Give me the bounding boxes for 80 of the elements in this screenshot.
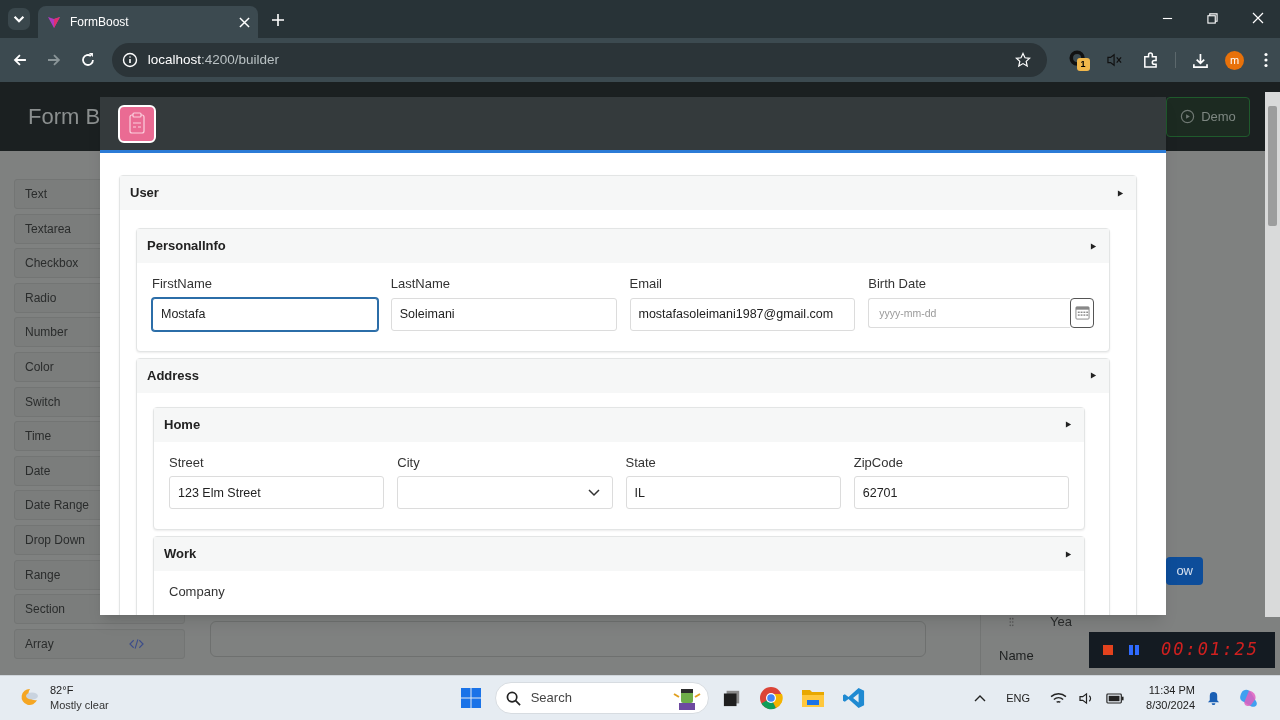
chevron-right-icon xyxy=(1065,550,1072,558)
section-header[interactable]: PersonalInfo xyxy=(137,229,1109,263)
forward-icon[interactable] xyxy=(45,52,62,68)
chevron-up-icon[interactable] xyxy=(974,694,987,702)
demo-button[interactable]: Demo xyxy=(1166,96,1250,137)
input-field[interactable]: Mostafa xyxy=(152,297,378,331)
input-field[interactable]: 123 Elm Street xyxy=(169,476,385,509)
field-label: Email xyxy=(629,275,663,293)
field-label: ZipCode xyxy=(853,453,904,472)
info-icon[interactable] xyxy=(121,52,138,68)
browser-tab[interactable]: FormBoost xyxy=(38,6,258,38)
field-label: Birth Date xyxy=(868,275,928,293)
notification-bell-icon[interactable] xyxy=(1207,690,1220,706)
page-scrollbar[interactable] xyxy=(1265,92,1280,617)
taskbar-search[interactable]: Search xyxy=(494,682,709,714)
section-header[interactable]: Address xyxy=(137,358,1109,393)
language-indicator[interactable]: ENG xyxy=(1006,689,1031,707)
new-tab-icon[interactable] xyxy=(272,14,284,26)
close-icon[interactable] xyxy=(239,16,250,28)
extension-icon[interactable] xyxy=(1068,50,1087,68)
preview-button[interactable]: ow xyxy=(1166,557,1203,585)
field-label: LastName xyxy=(390,275,451,293)
menu-icon[interactable] xyxy=(1264,52,1268,68)
search-icon xyxy=(505,690,521,706)
clock-date[interactable]: 8/30/2024 xyxy=(1146,698,1195,713)
app-title: Form B xyxy=(28,103,101,131)
palette-item[interactable]: Array xyxy=(14,628,185,659)
date-input-field[interactable]: yyyy-mm-dd xyxy=(868,297,1070,328)
chevron-right-icon xyxy=(1090,242,1097,250)
input-field[interactable]: mostafasoleimani1987@gmail.com xyxy=(629,297,856,331)
search-highlight-icon xyxy=(671,686,702,710)
field-label: State xyxy=(625,453,657,472)
section-title: User xyxy=(130,184,159,203)
close-icon[interactable] xyxy=(1252,12,1264,24)
column-label: Name xyxy=(999,646,1034,665)
calendar-button[interactable] xyxy=(1070,297,1094,328)
section-header[interactable]: Work xyxy=(154,537,1084,571)
restore-icon[interactable] xyxy=(1207,12,1218,24)
chevron-down-icon xyxy=(587,488,600,497)
chevron-right-icon xyxy=(1090,372,1097,379)
back-icon[interactable] xyxy=(12,52,28,68)
app-logo-icon xyxy=(46,14,62,30)
input-field[interactable]: Soleimani xyxy=(390,297,617,331)
code-icon xyxy=(129,637,144,650)
drag-handle-icon[interactable] xyxy=(1009,615,1014,628)
copilot-icon[interactable] xyxy=(1238,687,1260,709)
battery-icon[interactable] xyxy=(1106,692,1125,704)
field-label: City xyxy=(397,453,421,472)
reload-icon[interactable] xyxy=(79,52,96,68)
clock-time[interactable]: 11:34 PM xyxy=(1148,683,1195,698)
section-header[interactable]: User xyxy=(120,176,1136,210)
download-icon[interactable] xyxy=(1192,51,1210,69)
column-header: Yea xyxy=(1050,613,1072,631)
input-field[interactable]: 62701 xyxy=(853,476,1069,509)
code-editor-icon[interactable] xyxy=(842,687,865,709)
chevron-right-icon xyxy=(1065,421,1072,428)
timer-display: 00:01:25 xyxy=(1161,638,1259,662)
browser-icon[interactable] xyxy=(758,686,783,710)
address-bar[interactable]: localhost:4200/builder xyxy=(111,43,1047,77)
chevron-right-icon xyxy=(1117,189,1124,197)
tab-list-button[interactable] xyxy=(8,8,30,30)
clipboard-icon xyxy=(118,104,156,143)
folder-icon[interactable] xyxy=(800,687,825,709)
wifi-icon[interactable] xyxy=(1050,691,1068,705)
task-view-icon[interactable] xyxy=(722,689,741,707)
input-field[interactable]: IL xyxy=(625,476,841,509)
url-text: localhost:4200/builder xyxy=(147,50,281,69)
search-placeholder: Search xyxy=(530,689,573,708)
pause-icon[interactable] xyxy=(1129,645,1139,655)
bookmark-star-icon[interactable] xyxy=(1014,52,1031,68)
weather-text: Mostly clear xyxy=(50,698,109,713)
tab-title: FormBoost xyxy=(70,14,130,31)
calendar-icon xyxy=(1074,305,1090,320)
extension-badge: 1 xyxy=(1076,58,1090,71)
start-icon[interactable] xyxy=(460,688,481,708)
section-header[interactable]: Home xyxy=(154,407,1084,442)
temperature-text: 82°F xyxy=(50,683,75,698)
select-field[interactable] xyxy=(397,476,613,509)
extensions-puzzle-icon[interactable] xyxy=(1142,51,1160,69)
play-icon xyxy=(1180,109,1196,124)
